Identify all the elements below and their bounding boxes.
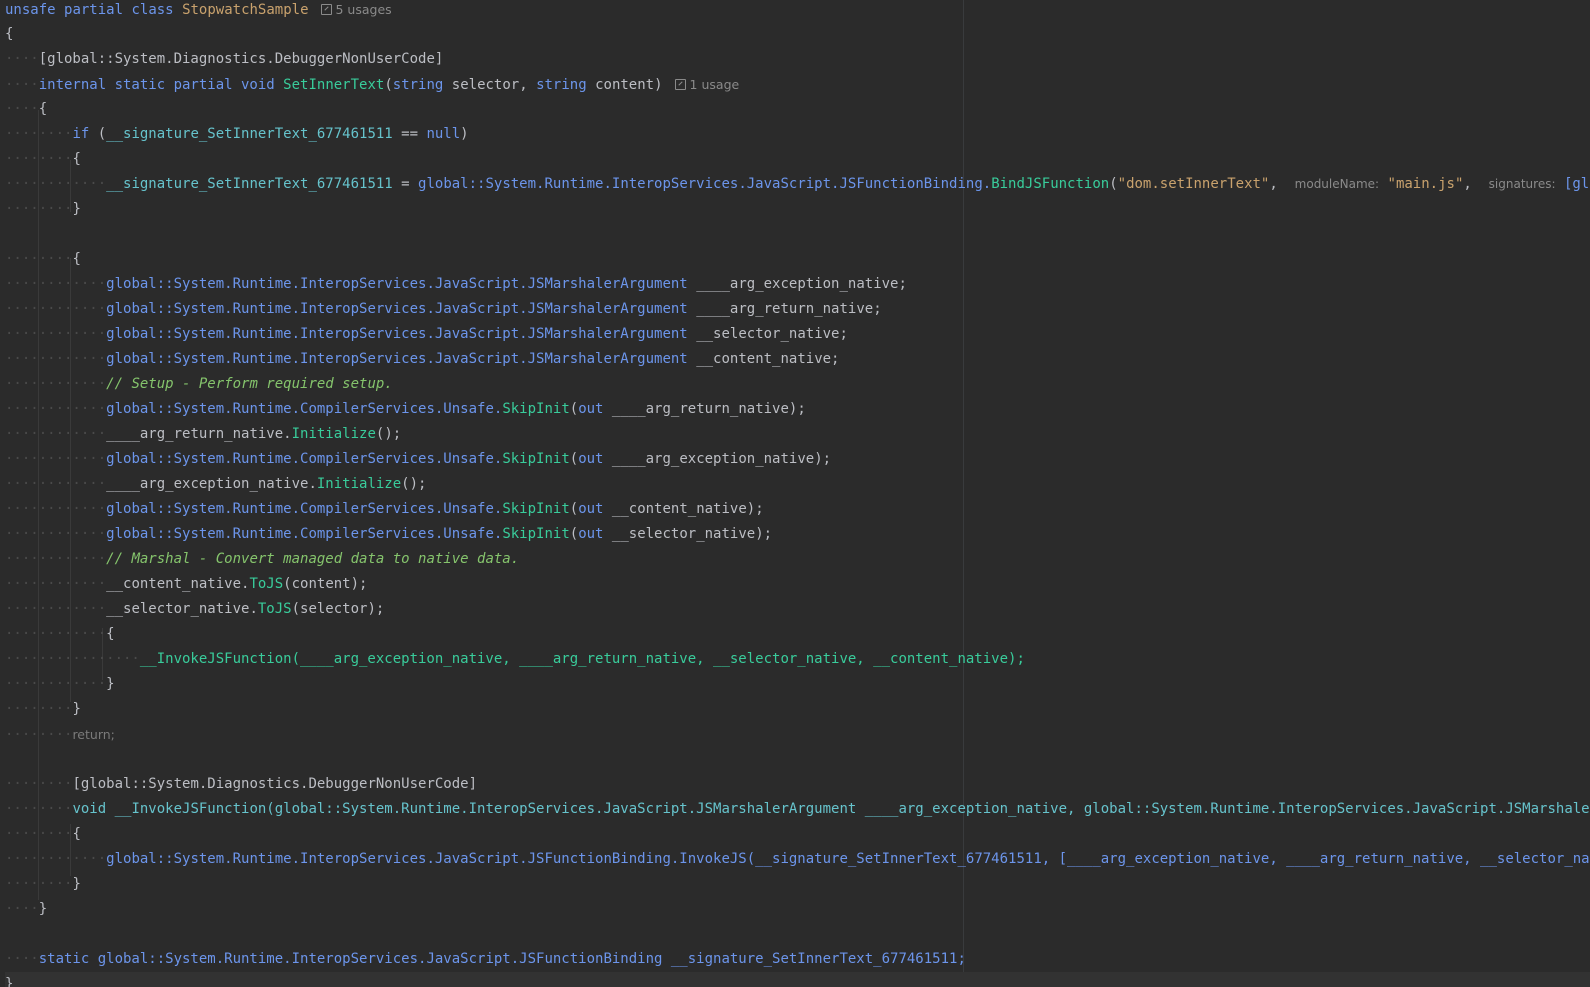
method-call: Initialize [291,426,376,442]
namespace-path: global::System.Runtime.CompilerServices.… [106,526,503,542]
method-call: SkipInit [502,526,570,542]
param-type: string [536,77,587,93]
invoke-call: __InvokeJSFunction(____arg_exception_nat… [139,651,1025,667]
method-call: SkipInit [502,401,570,417]
code-line[interactable]: ····internal static partial void SetInne… [5,72,1590,97]
code-line[interactable]: ············__selector_native.ToJS(selec… [5,597,1590,622]
static-field-decl: static global::System.Runtime.InteropSer… [38,951,966,967]
method-name: SetInnerText [283,77,385,93]
usages-link[interactable]: 5 usages [336,2,392,17]
keyword: out [578,451,604,467]
class-name: StopwatchSample [182,2,309,18]
field-ref: __signature_SetInnerText_677461511 [106,126,393,142]
type-ref: global::System.Runtime.InteropServices.J… [106,276,688,292]
code-line[interactable]: ········} [5,197,1590,222]
variable-decl: __content_native; [696,351,840,367]
code-line[interactable]: ········return; [5,722,1590,747]
param-name: selector [451,77,520,93]
code-line[interactable]: ············{ [5,622,1590,647]
code-line[interactable]: ············global::System.Runtime.Compi… [5,497,1590,522]
code-line[interactable]: ············global::System.Runtime.Inter… [5,322,1590,347]
keyword: class [131,2,174,18]
code-line[interactable]: ············} [5,672,1590,697]
method-call: SkipInit [502,451,570,467]
variable-decl: ____arg_return_native; [696,301,882,317]
type-ref: global::System.Runtime.InteropServices.J… [106,301,688,317]
parameter-hint: moduleName: [1294,177,1380,191]
attribute: [global::System.Diagnostics.DebuggerNonU… [72,776,478,792]
code-line[interactable]: ············// Marshal - Convert managed… [5,547,1590,572]
keyword: out [578,501,604,517]
method-call: BindJSFunction [991,176,1110,192]
code-line[interactable]: ············global::System.Runtime.Inter… [5,847,1590,872]
code-line[interactable]: unsafe partial class StopwatchSample 5 us… [5,0,1590,22]
code-line[interactable]: ····{ [5,97,1590,122]
namespace-path: [global::System [1563,176,1590,192]
code-line[interactable]: ········{ [5,822,1590,847]
code-line[interactable]: ········if (__signature_SetInnerText_677… [5,122,1590,147]
code-line[interactable] [5,922,1590,947]
comment: // Marshal - Convert managed data to nat… [106,551,520,567]
code-line[interactable]: ············____arg_exception_native.Ini… [5,472,1590,497]
keyword: unsafe [5,2,56,18]
code-line[interactable]: ············global::System.Runtime.Compi… [5,447,1590,472]
method-signature: void __InvokeJSFunction(global::System.R… [72,801,1590,817]
code-line[interactable]: ············global::System.Runtime.Compi… [5,397,1590,422]
variable-decl: ____arg_exception_native; [696,276,907,292]
usages-link-icon [320,4,332,15]
code-line[interactable]: ············global::System.Runtime.Compi… [5,522,1590,547]
code-line[interactable]: ············global::System.Runtime.Inter… [5,272,1590,297]
inlay-return-hint: return; [72,727,115,742]
attribute: [global::System.Diagnostics.DebuggerNonU… [38,51,444,67]
code-line[interactable]: ················__InvokeJSFunction(____a… [5,647,1590,672]
code-line[interactable] [5,747,1590,772]
code-line[interactable]: ············global::System.Runtime.Inter… [5,297,1590,322]
usages-link[interactable]: 1 usage [690,77,740,92]
code-line[interactable]: ············global::System.Runtime.Inter… [5,347,1590,372]
type-ref: global::System.Runtime.InteropServices.J… [106,326,688,342]
code-line[interactable]: ········void __InvokeJSFunction(global::… [5,797,1590,822]
code-line[interactable]: ············__content_native.ToJS(conten… [5,572,1590,597]
code-line[interactable]: ········{ [5,147,1590,172]
string-literal: "dom.setInnerText" [1117,176,1270,192]
variable-decl: __selector_native; [696,326,848,342]
method-call: ToJS [257,601,292,617]
method-call: Initialize [316,476,402,492]
modifiers: internal static partial void [38,77,275,93]
code-line[interactable]: ········} [5,697,1590,722]
usages-link-icon [674,79,686,90]
code-line[interactable]: ····static global::System.Runtime.Intero… [5,947,1590,972]
code-line[interactable]: ····} [5,897,1590,922]
code-line[interactable]: ········[global::System.Diagnostics.Debu… [5,772,1590,797]
namespace-path: global::System.Runtime.CompilerServices.… [106,501,503,517]
invokejs-call: global::System.Runtime.InteropServices.J… [106,851,1590,867]
parameter-hint: signatures: [1488,177,1556,191]
keyword: out [578,526,604,542]
code-line[interactable]: { [5,22,1590,47]
keyword: out [578,401,604,417]
comment: // Setup - Perform required setup. [106,376,393,392]
string-literal: "main.js" [1387,176,1464,192]
method-call: ToJS [249,576,284,592]
code-line[interactable]: ············// Setup - Perform required … [5,372,1590,397]
field-ref: __signature_SetInnerText_677461511 [106,176,393,192]
method-call: SkipInit [502,501,570,517]
type-ref: global::System.Runtime.InteropServices.J… [106,351,688,367]
code-line[interactable] [5,222,1590,247]
param-name: content [595,77,655,93]
code-line[interactable]: ············____arg_return_native.Initia… [5,422,1590,447]
namespace-path: global::System.Runtime.InteropServices.J… [418,176,992,192]
namespace-path: global::System.Runtime.CompilerServices.… [106,451,503,467]
namespace-path: global::System.Runtime.CompilerServices.… [106,401,503,417]
code-line[interactable]: ············__signature_SetInnerText_677… [5,172,1590,197]
code-editor[interactable]: unsafe partial class StopwatchSample 5 us… [0,0,1590,987]
param-type: string [392,77,444,93]
code-line[interactable]: ········} [5,872,1590,897]
code-line[interactable]: ········{ [5,247,1590,272]
code-line-current[interactable]: } [5,972,1590,987]
keyword: partial [64,2,124,18]
code-line[interactable]: ····[global::System.Diagnostics.Debugger… [5,47,1590,72]
